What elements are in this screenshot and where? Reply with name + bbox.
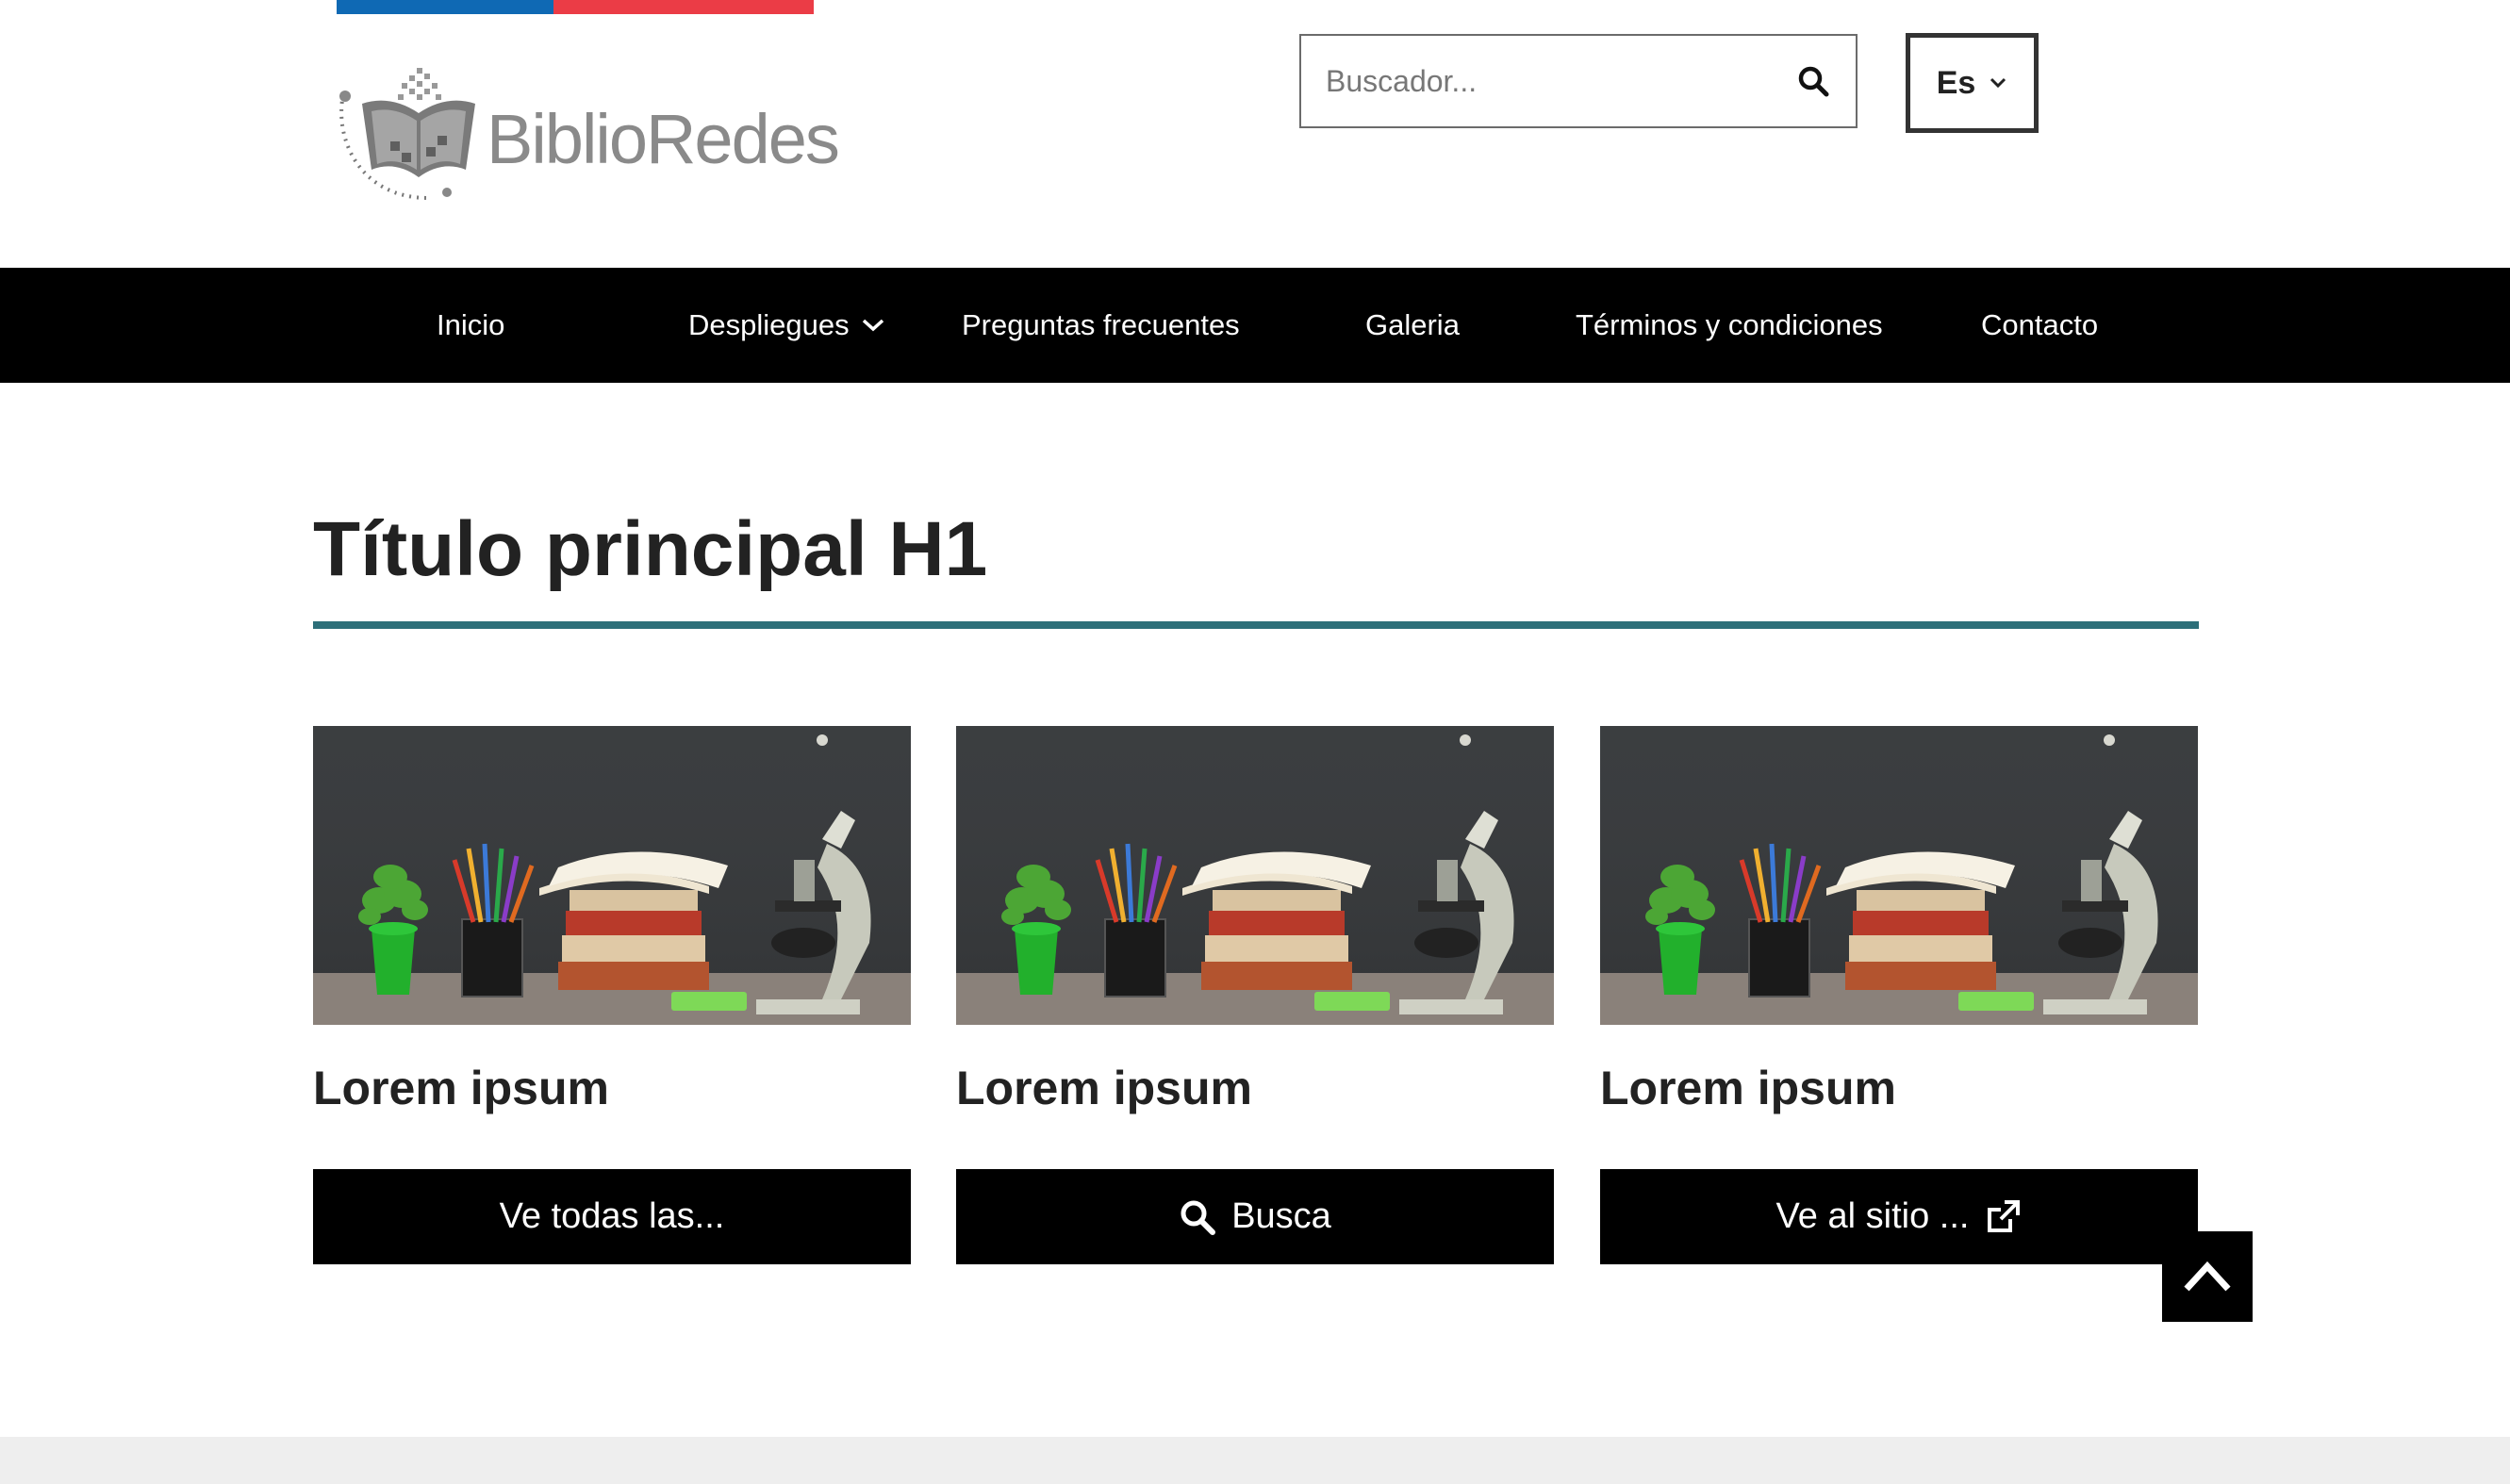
flag-red-stripe [553,0,814,14]
nav-item-label: Preguntas frecuentes [962,308,1240,341]
back-to-top-button[interactable] [2162,1231,2253,1322]
view-all-button[interactable]: Ve todas las... [313,1169,911,1264]
chevron-down-icon [862,319,883,332]
gov-flag-bar [337,0,814,14]
card-2: Lorem ipsum Busca [956,726,1554,1264]
card-image [313,726,911,1025]
search-box [1299,34,1858,128]
chevron-up-icon [2184,1261,2231,1292]
chevron-down-icon [1990,77,2006,89]
nav-item-label: Contacto [1981,308,2099,341]
card-title: Lorem ipsum [313,1062,609,1114]
card-image [956,726,1554,1025]
nav-item-inicio[interactable]: Inicio [437,268,504,383]
search-icon [1181,1200,1216,1235]
external-link-icon [1988,1199,2021,1232]
nav-item-despliegues[interactable]: Despliegues [688,268,885,383]
button-label: Busca [1231,1196,1331,1236]
card-image [1600,726,2198,1025]
search-input[interactable] [1301,36,1771,126]
page-title: Título principal H1 [313,506,988,592]
language-selected: Es [1936,64,1976,101]
nav-item-label: Despliegues [688,308,850,341]
nav-item-contacto[interactable]: Contacto [1981,268,2098,383]
card-title: Lorem ipsum [1600,1062,1896,1114]
nav-item-terminos-y-condiciones[interactable]: Términos y condiciones [1576,268,1883,383]
language-selector[interactable]: Es [1906,33,2039,133]
title-divider [313,621,2199,629]
nav-item-label: Galeria [1365,308,1460,341]
nav-item-preguntas-frecuentes[interactable]: Preguntas frecuentes [962,268,1240,383]
nav-item-label: Inicio [437,308,505,341]
flag-blue-stripe [337,0,553,14]
button-label: Ve todas las... [499,1196,725,1236]
card-title: Lorem ipsum [956,1062,1252,1114]
card-1: Lorem ipsum Ve todas las... [313,726,911,1264]
site-logo[interactable]: BiblioRedes [334,66,840,207]
visit-site-button[interactable]: Ve al sitio ... [1600,1169,2198,1264]
search-button[interactable] [1771,36,1856,126]
search-icon [1798,66,1829,97]
main-navigation: Inicio Despliegues Preguntas frecuentes … [0,268,2510,383]
card-3: Lorem ipsum Ve al sitio ... [1600,726,2198,1264]
button-label: Ve al sitio ... [1775,1196,1970,1236]
book-logo-icon [339,68,475,200]
nav-item-label: Términos y condiciones [1576,308,1883,341]
search-card-button[interactable]: Busca [956,1169,1554,1264]
nav-item-galeria[interactable]: Galeria [1365,268,1460,383]
logo-wordmark: BiblioRedes [487,99,840,178]
footer [0,1437,2510,1484]
